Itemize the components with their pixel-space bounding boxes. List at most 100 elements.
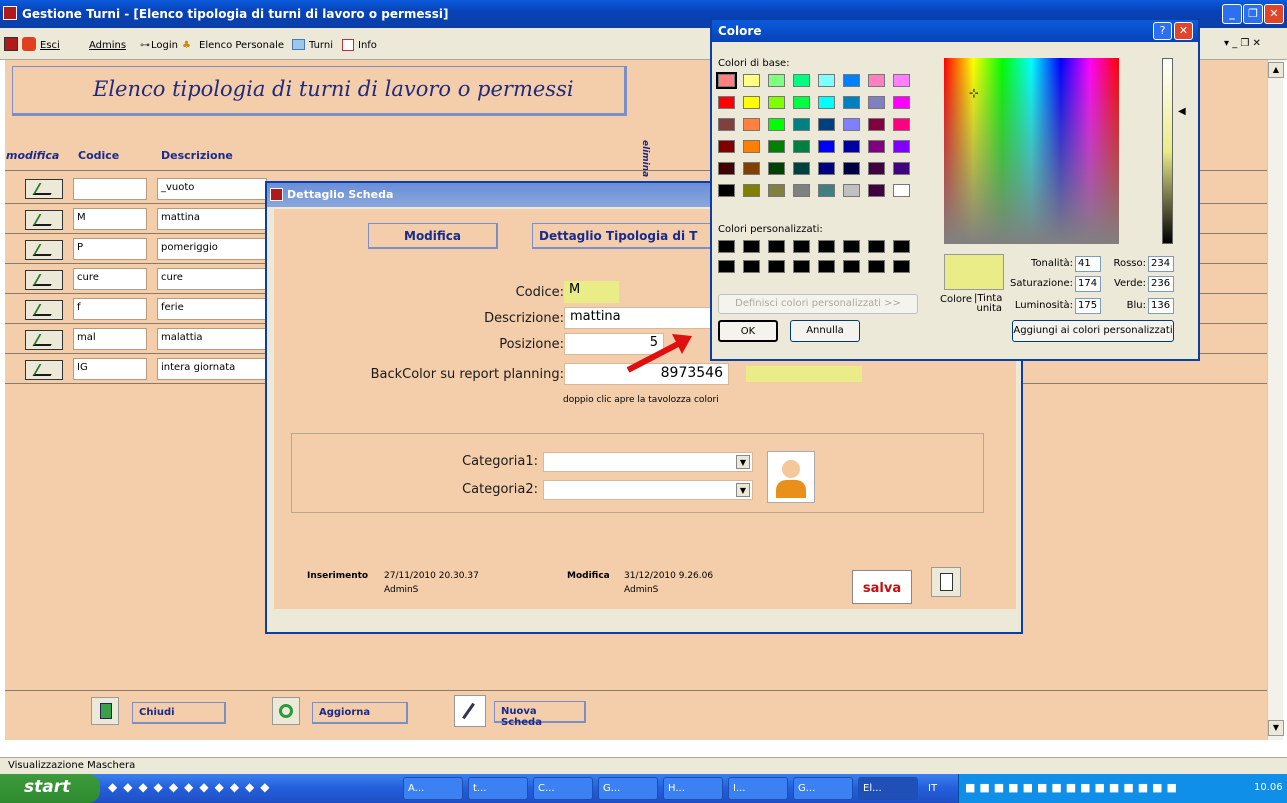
custom-color-swatch[interactable] xyxy=(718,260,735,273)
edit-row-button[interactable] xyxy=(25,330,63,350)
basic-color-swatch[interactable] xyxy=(893,140,910,153)
basic-color-swatch[interactable] xyxy=(793,96,810,109)
slider-arrow-icon[interactable]: ◀ xyxy=(1178,106,1186,117)
basic-color-swatch[interactable] xyxy=(793,118,810,131)
edit-row-button[interactable] xyxy=(25,179,63,199)
vertical-scrollbar[interactable]: ▲ ▼ xyxy=(1267,60,1284,740)
basic-color-swatch[interactable] xyxy=(716,72,737,89)
basic-color-swatch[interactable] xyxy=(868,184,885,197)
mdi-window-controls[interactable]: ▾ _ ❐ ✕ xyxy=(1224,38,1261,49)
basic-color-swatch[interactable] xyxy=(868,96,885,109)
basic-color-swatch[interactable] xyxy=(818,162,835,175)
menu-elenco-personale[interactable]: Elenco Personale xyxy=(199,40,284,51)
basic-color-swatch[interactable] xyxy=(793,184,810,197)
taskbar-item[interactable]: G... xyxy=(793,777,853,800)
basic-color-swatch[interactable] xyxy=(843,118,860,131)
color-spectrum[interactable]: ⊹ xyxy=(944,58,1119,244)
menu-admins[interactable]: Admins xyxy=(89,40,126,51)
basic-color-swatch[interactable] xyxy=(818,118,835,131)
access-app-icon[interactable] xyxy=(3,6,17,20)
basic-color-swatch[interactable] xyxy=(768,96,785,109)
taskbar-item[interactable]: G... xyxy=(598,777,658,800)
help-button[interactable]: ? xyxy=(1153,22,1172,40)
custom-color-swatch[interactable] xyxy=(743,240,760,253)
person-icon[interactable] xyxy=(767,451,815,503)
basic-color-swatch[interactable] xyxy=(743,184,760,197)
basic-color-swatch[interactable] xyxy=(768,140,785,153)
row-code[interactable]: P xyxy=(73,238,147,260)
nuova-scheda-button[interactable]: Nuova Scheda xyxy=(494,701,586,728)
basic-color-swatch[interactable] xyxy=(718,96,735,109)
add-custom-color-button[interactable]: Aggiungi ai colori personalizzati xyxy=(1012,320,1174,342)
custom-color-swatch[interactable] xyxy=(743,260,760,273)
row-code[interactable]: M xyxy=(73,208,147,230)
taskbar-item[interactable]: C... xyxy=(533,777,593,800)
basic-color-swatch[interactable] xyxy=(743,140,760,153)
row-desc[interactable]: cure xyxy=(157,268,267,290)
close-door-icon[interactable] xyxy=(931,567,961,597)
custom-color-swatch[interactable] xyxy=(818,240,835,253)
menu-login[interactable]: Login xyxy=(151,40,178,51)
basic-color-swatch[interactable] xyxy=(768,74,785,87)
categoria2-select[interactable]: ▼ xyxy=(543,480,753,500)
refresh-icon[interactable] xyxy=(272,697,300,725)
basic-color-swatch[interactable] xyxy=(768,162,785,175)
taskbar-item[interactable]: A... xyxy=(403,777,463,800)
custom-color-swatch[interactable] xyxy=(868,240,885,253)
basic-color-swatch[interactable] xyxy=(818,140,835,153)
codice-field[interactable]: M xyxy=(564,281,619,303)
row-desc[interactable]: intera giornata xyxy=(157,358,267,380)
row-code[interactable]: cure xyxy=(73,268,147,290)
custom-color-swatch[interactable] xyxy=(893,260,910,273)
restore-button[interactable]: ❐ xyxy=(1243,4,1263,24)
custom-color-swatch[interactable] xyxy=(893,240,910,253)
row-desc[interactable]: mattina xyxy=(157,208,267,230)
menu-turni[interactable]: Turni xyxy=(309,40,333,51)
custom-color-swatch[interactable] xyxy=(818,260,835,273)
basic-color-swatch[interactable] xyxy=(893,184,910,197)
taskbar-item[interactable]: t... xyxy=(468,777,528,800)
minimize-button[interactable]: _ xyxy=(1222,4,1242,24)
custom-color-swatch[interactable] xyxy=(843,240,860,253)
start-button[interactable]: start xyxy=(0,774,100,803)
basic-color-swatch[interactable] xyxy=(793,140,810,153)
custom-color-swatch[interactable] xyxy=(793,260,810,273)
row-desc[interactable]: malattia xyxy=(157,328,267,350)
basic-color-swatch[interactable] xyxy=(743,162,760,175)
basic-color-swatch[interactable] xyxy=(718,184,735,197)
edit-row-button[interactable] xyxy=(25,240,63,260)
edit-row-button[interactable] xyxy=(25,360,63,380)
custom-color-swatch[interactable] xyxy=(868,260,885,273)
language-indicator[interactable]: IT xyxy=(928,783,937,794)
basic-color-swatch[interactable] xyxy=(868,118,885,131)
saturazione-input[interactable]: 174 xyxy=(1075,276,1101,292)
row-code[interactable]: IG xyxy=(73,358,147,380)
tray-icons[interactable]: ■■■■■■■■■■■■■■■ xyxy=(965,781,1235,796)
custom-color-swatch[interactable] xyxy=(793,240,810,253)
salva-button[interactable]: salva xyxy=(852,570,912,604)
verde-input[interactable]: 236 xyxy=(1148,276,1174,292)
basic-color-swatch[interactable] xyxy=(843,184,860,197)
basic-color-swatch[interactable] xyxy=(893,74,910,87)
custom-color-swatch[interactable] xyxy=(768,260,785,273)
basic-color-swatch[interactable] xyxy=(818,96,835,109)
basic-color-swatch[interactable] xyxy=(818,184,835,197)
basic-color-swatch[interactable] xyxy=(893,118,910,131)
edit-row-button[interactable] xyxy=(25,300,63,320)
quick-launch-icons[interactable]: ◆◆◆◆◆◆◆◆◆◆◆ xyxy=(108,780,370,797)
new-record-pencil-icon[interactable] xyxy=(454,695,486,727)
row-code[interactable]: f xyxy=(73,298,147,320)
basic-color-swatch[interactable] xyxy=(743,96,760,109)
descrizione-field[interactable]: mattina xyxy=(564,307,714,329)
basic-color-swatch[interactable] xyxy=(768,118,785,131)
basic-color-swatch[interactable] xyxy=(843,140,860,153)
basic-color-swatch[interactable] xyxy=(768,184,785,197)
custom-color-swatch[interactable] xyxy=(768,240,785,253)
basic-color-swatch[interactable] xyxy=(843,96,860,109)
basic-color-swatch[interactable] xyxy=(893,96,910,109)
basic-color-swatch[interactable] xyxy=(793,74,810,87)
tab-modifica[interactable]: Modifica xyxy=(368,223,498,249)
basic-color-swatch[interactable] xyxy=(818,74,835,87)
row-code[interactable]: mal xyxy=(73,328,147,350)
custom-color-swatch[interactable] xyxy=(718,240,735,253)
